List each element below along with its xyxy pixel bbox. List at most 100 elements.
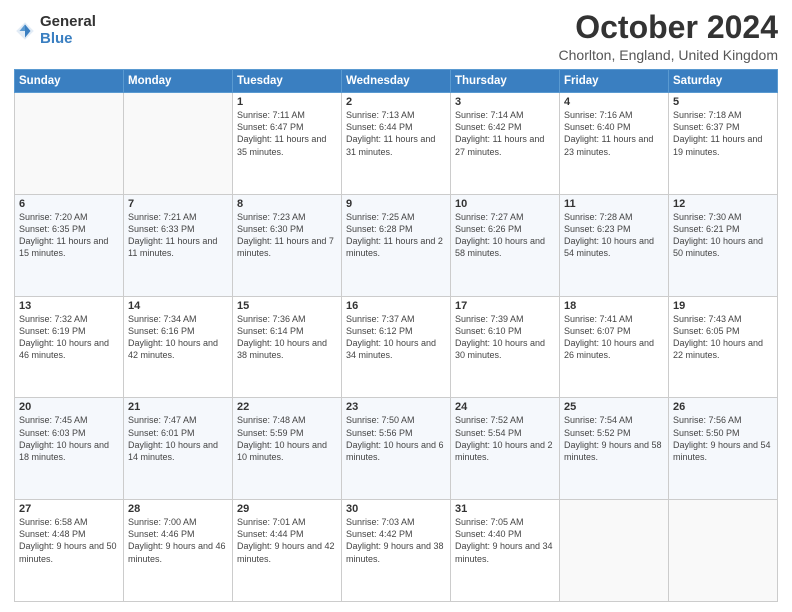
calendar-cell: 11Sunrise: 7:28 AM Sunset: 6:23 PM Dayli… <box>560 194 669 296</box>
calendar-week-row: 27Sunrise: 6:58 AM Sunset: 4:48 PM Dayli… <box>15 500 778 602</box>
calendar-cell <box>560 500 669 602</box>
calendar-day-header: Saturday <box>669 70 778 93</box>
day-number: 16 <box>346 300 446 312</box>
logo: General Blue <box>14 14 96 47</box>
logo-general: General <box>40 14 96 31</box>
calendar-cell: 20Sunrise: 7:45 AM Sunset: 6:03 PM Dayli… <box>15 398 124 500</box>
day-info: Sunrise: 7:47 AM Sunset: 6:01 PM Dayligh… <box>128 414 228 463</box>
day-number: 22 <box>237 401 337 413</box>
calendar-week-row: 6Sunrise: 7:20 AM Sunset: 6:35 PM Daylig… <box>15 194 778 296</box>
day-number: 2 <box>346 96 446 108</box>
day-info: Sunrise: 7:25 AM Sunset: 6:28 PM Dayligh… <box>346 211 446 260</box>
calendar-cell: 17Sunrise: 7:39 AM Sunset: 6:10 PM Dayli… <box>451 296 560 398</box>
calendar-cell: 6Sunrise: 7:20 AM Sunset: 6:35 PM Daylig… <box>15 194 124 296</box>
day-info: Sunrise: 7:14 AM Sunset: 6:42 PM Dayligh… <box>455 109 555 158</box>
day-number: 1 <box>237 96 337 108</box>
title-block: October 2024 Chorlton, England, United K… <box>559 10 778 63</box>
day-number: 17 <box>455 300 555 312</box>
day-number: 12 <box>673 198 773 210</box>
day-info: Sunrise: 7:28 AM Sunset: 6:23 PM Dayligh… <box>564 211 664 260</box>
calendar-day-header: Monday <box>124 70 233 93</box>
calendar-cell: 1Sunrise: 7:11 AM Sunset: 6:47 PM Daylig… <box>233 93 342 195</box>
calendar-day-header: Friday <box>560 70 669 93</box>
day-info: Sunrise: 7:50 AM Sunset: 5:56 PM Dayligh… <box>346 414 446 463</box>
day-number: 6 <box>19 198 119 210</box>
calendar-cell: 16Sunrise: 7:37 AM Sunset: 6:12 PM Dayli… <box>342 296 451 398</box>
calendar-cell: 18Sunrise: 7:41 AM Sunset: 6:07 PM Dayli… <box>560 296 669 398</box>
calendar-cell: 2Sunrise: 7:13 AM Sunset: 6:44 PM Daylig… <box>342 93 451 195</box>
day-info: Sunrise: 7:45 AM Sunset: 6:03 PM Dayligh… <box>19 414 119 463</box>
calendar-cell: 27Sunrise: 6:58 AM Sunset: 4:48 PM Dayli… <box>15 500 124 602</box>
calendar-cell: 28Sunrise: 7:00 AM Sunset: 4:46 PM Dayli… <box>124 500 233 602</box>
day-info: Sunrise: 7:16 AM Sunset: 6:40 PM Dayligh… <box>564 109 664 158</box>
calendar-cell <box>124 93 233 195</box>
calendar-cell: 4Sunrise: 7:16 AM Sunset: 6:40 PM Daylig… <box>560 93 669 195</box>
day-number: 24 <box>455 401 555 413</box>
day-info: Sunrise: 7:13 AM Sunset: 6:44 PM Dayligh… <box>346 109 446 158</box>
calendar-cell: 30Sunrise: 7:03 AM Sunset: 4:42 PM Dayli… <box>342 500 451 602</box>
day-info: Sunrise: 7:56 AM Sunset: 5:50 PM Dayligh… <box>673 414 773 463</box>
calendar-day-header: Wednesday <box>342 70 451 93</box>
calendar-day-header: Tuesday <box>233 70 342 93</box>
day-number: 4 <box>564 96 664 108</box>
day-number: 9 <box>346 198 446 210</box>
day-info: Sunrise: 7:52 AM Sunset: 5:54 PM Dayligh… <box>455 414 555 463</box>
calendar-week-row: 1Sunrise: 7:11 AM Sunset: 6:47 PM Daylig… <box>15 93 778 195</box>
page: General Blue October 2024 Chorlton, Engl… <box>0 0 792 612</box>
day-info: Sunrise: 7:03 AM Sunset: 4:42 PM Dayligh… <box>346 516 446 565</box>
day-number: 29 <box>237 503 337 515</box>
day-number: 27 <box>19 503 119 515</box>
day-number: 21 <box>128 401 228 413</box>
day-info: Sunrise: 7:01 AM Sunset: 4:44 PM Dayligh… <box>237 516 337 565</box>
day-number: 11 <box>564 198 664 210</box>
day-info: Sunrise: 7:27 AM Sunset: 6:26 PM Dayligh… <box>455 211 555 260</box>
day-info: Sunrise: 7:11 AM Sunset: 6:47 PM Dayligh… <box>237 109 337 158</box>
day-number: 18 <box>564 300 664 312</box>
calendar-cell: 15Sunrise: 7:36 AM Sunset: 6:14 PM Dayli… <box>233 296 342 398</box>
day-info: Sunrise: 7:20 AM Sunset: 6:35 PM Dayligh… <box>19 211 119 260</box>
day-number: 3 <box>455 96 555 108</box>
location: Chorlton, England, United Kingdom <box>559 47 778 63</box>
day-info: Sunrise: 7:41 AM Sunset: 6:07 PM Dayligh… <box>564 313 664 362</box>
day-number: 25 <box>564 401 664 413</box>
calendar-cell: 13Sunrise: 7:32 AM Sunset: 6:19 PM Dayli… <box>15 296 124 398</box>
calendar-cell <box>669 500 778 602</box>
day-number: 19 <box>673 300 773 312</box>
day-number: 23 <box>346 401 446 413</box>
calendar-day-header: Sunday <box>15 70 124 93</box>
day-number: 15 <box>237 300 337 312</box>
month-title: October 2024 <box>559 10 778 45</box>
calendar-cell: 25Sunrise: 7:54 AM Sunset: 5:52 PM Dayli… <box>560 398 669 500</box>
calendar-cell: 3Sunrise: 7:14 AM Sunset: 6:42 PM Daylig… <box>451 93 560 195</box>
calendar-header-row: SundayMondayTuesdayWednesdayThursdayFrid… <box>15 70 778 93</box>
day-number: 10 <box>455 198 555 210</box>
calendar-cell <box>15 93 124 195</box>
calendar-cell: 14Sunrise: 7:34 AM Sunset: 6:16 PM Dayli… <box>124 296 233 398</box>
calendar-cell: 31Sunrise: 7:05 AM Sunset: 4:40 PM Dayli… <box>451 500 560 602</box>
calendar-cell: 7Sunrise: 7:21 AM Sunset: 6:33 PM Daylig… <box>124 194 233 296</box>
calendar-cell: 21Sunrise: 7:47 AM Sunset: 6:01 PM Dayli… <box>124 398 233 500</box>
day-info: Sunrise: 7:00 AM Sunset: 4:46 PM Dayligh… <box>128 516 228 565</box>
header: General Blue October 2024 Chorlton, Engl… <box>14 10 778 63</box>
day-info: Sunrise: 7:48 AM Sunset: 5:59 PM Dayligh… <box>237 414 337 463</box>
day-info: Sunrise: 7:36 AM Sunset: 6:14 PM Dayligh… <box>237 313 337 362</box>
calendar-cell: 5Sunrise: 7:18 AM Sunset: 6:37 PM Daylig… <box>669 93 778 195</box>
day-info: Sunrise: 7:32 AM Sunset: 6:19 PM Dayligh… <box>19 313 119 362</box>
day-number: 5 <box>673 96 773 108</box>
logo-text: General Blue <box>40 14 96 47</box>
calendar-day-header: Thursday <box>451 70 560 93</box>
day-number: 20 <box>19 401 119 413</box>
logo-blue: Blue <box>40 31 96 48</box>
day-number: 8 <box>237 198 337 210</box>
calendar-week-row: 20Sunrise: 7:45 AM Sunset: 6:03 PM Dayli… <box>15 398 778 500</box>
day-number: 30 <box>346 503 446 515</box>
calendar-cell: 26Sunrise: 7:56 AM Sunset: 5:50 PM Dayli… <box>669 398 778 500</box>
calendar-cell: 19Sunrise: 7:43 AM Sunset: 6:05 PM Dayli… <box>669 296 778 398</box>
day-info: Sunrise: 6:58 AM Sunset: 4:48 PM Dayligh… <box>19 516 119 565</box>
day-number: 28 <box>128 503 228 515</box>
day-info: Sunrise: 7:54 AM Sunset: 5:52 PM Dayligh… <box>564 414 664 463</box>
calendar-cell: 9Sunrise: 7:25 AM Sunset: 6:28 PM Daylig… <box>342 194 451 296</box>
day-info: Sunrise: 7:37 AM Sunset: 6:12 PM Dayligh… <box>346 313 446 362</box>
calendar-cell: 23Sunrise: 7:50 AM Sunset: 5:56 PM Dayli… <box>342 398 451 500</box>
calendar-cell: 8Sunrise: 7:23 AM Sunset: 6:30 PM Daylig… <box>233 194 342 296</box>
